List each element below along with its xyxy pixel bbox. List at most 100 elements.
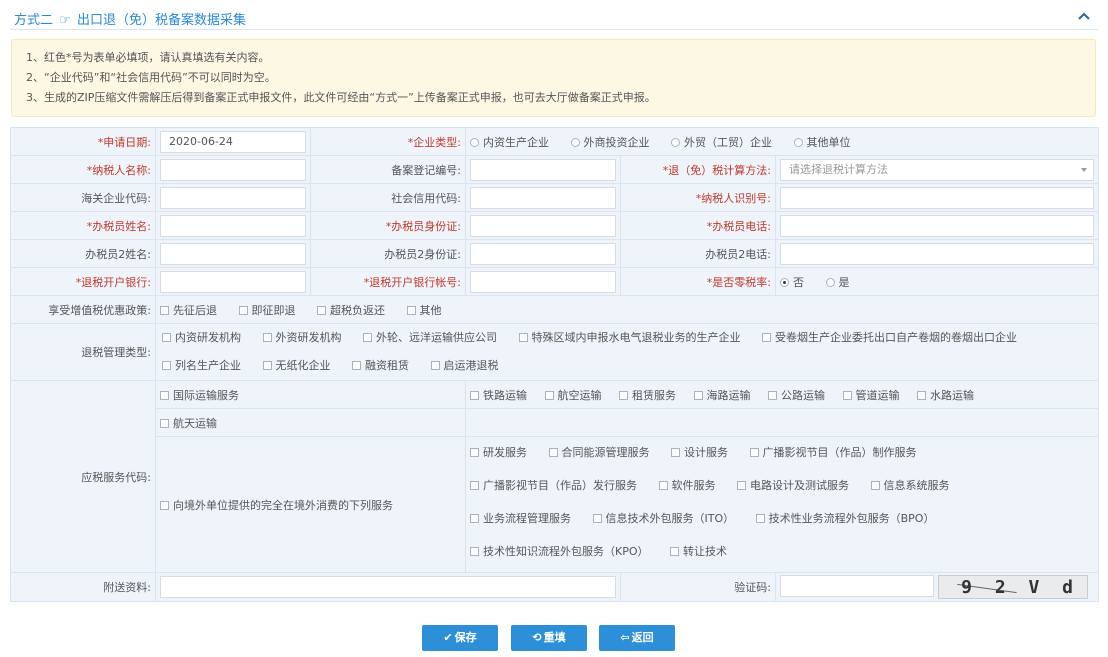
taxpayer-id-input[interactable] xyxy=(780,186,1095,209)
mgmt-type-option[interactable]: 特殊区域内申报水电气退税业务的生产企业 xyxy=(518,325,741,353)
svc-overseas-item[interactable]: 转让技术 xyxy=(670,539,727,565)
captcha-input[interactable] xyxy=(780,575,934,597)
dropdown-arrow-icon xyxy=(1081,167,1088,172)
mgmt-type-option[interactable]: 内资研发机构 xyxy=(162,325,241,353)
svc-intl-transport-cell: 国际运输服务 xyxy=(155,380,466,409)
save-button[interactable]: ✔ 保存 xyxy=(422,625,498,651)
checkbox-icon xyxy=(238,305,248,315)
checkbox-icon xyxy=(160,418,169,428)
svc-transport-option[interactable]: 航空运输 xyxy=(544,387,602,403)
zero-rate-option-yes[interactable]: 是 xyxy=(825,274,850,290)
svc-overseas-item[interactable]: 信息系统服务 xyxy=(870,473,950,499)
officer-id-label: *办税员身份证: xyxy=(310,211,466,240)
enterprise-type-label: *企业类型: xyxy=(310,127,466,156)
svc-overseas-item[interactable]: 广播影视节目（作品）制作服务 xyxy=(749,440,917,466)
notice-line-3: 3、生成的ZIP压缩文件需解压后得到备案正式申报文件，此文件可经由“方式一”上传… xyxy=(26,91,656,104)
mgmt-type-option[interactable]: 受卷烟生产企业委托出口自产卷烟的卷烟出口企业 xyxy=(762,325,1017,353)
svc-aerospace-option[interactable]: 航天运输 xyxy=(160,415,217,431)
officer-name-input[interactable] xyxy=(160,214,306,237)
reset-button[interactable]: ⟲ 重填 xyxy=(511,625,587,651)
officer-id-input[interactable] xyxy=(470,214,616,237)
svc-overseas-item[interactable]: 设计服务 xyxy=(671,440,728,466)
svc-overseas-item[interactable]: 技术性业务流程外包服务（BPO） xyxy=(755,506,934,532)
refund-method-select[interactable]: 请选择退税计算方法 xyxy=(780,158,1095,181)
attachment-input[interactable] xyxy=(160,576,616,598)
checkbox-icon xyxy=(162,333,171,342)
zero-rate-option-no[interactable]: 否 xyxy=(780,274,804,290)
enterprise-type-option[interactable]: 内资生产企业 xyxy=(470,134,549,150)
vat-policy-group: 先征后退 即征即退 超税负返还 其他 xyxy=(154,295,1100,324)
sign-out-icon: ⇦ xyxy=(620,631,630,644)
checkbox-icon xyxy=(262,333,272,342)
svc-empty-cell xyxy=(464,408,1100,437)
enterprise-type-option[interactable]: 外商投资企业 xyxy=(570,134,650,150)
checkbox-icon xyxy=(160,500,169,510)
checkbox-icon xyxy=(658,481,668,490)
svc-overseas-item[interactable]: 广播影视节目（作品）发行服务 xyxy=(470,473,637,499)
svc-transport-option[interactable]: 铁路运输 xyxy=(470,387,527,403)
vat-policy-option[interactable]: 即征即退 xyxy=(238,302,296,318)
apply-date-input[interactable]: 2020-06-24 xyxy=(160,130,306,153)
taxpayer-name-input[interactable] xyxy=(160,158,306,181)
officer-phone-input[interactable] xyxy=(780,214,1095,237)
mgmt-type-option[interactable]: 外资研发机构 xyxy=(262,325,342,353)
notice-line-1: 1、红色*号为表单必填项，请认真填选有关内容。 xyxy=(26,51,270,64)
radio-icon xyxy=(671,137,680,147)
captcha-image[interactable]: 9 2 V d xyxy=(938,575,1088,599)
zero-rate-group: 否 是 xyxy=(774,267,1100,296)
enterprise-type-group: 内资生产企业 外商投资企业 外贸（工贸）企业 其他单位 xyxy=(464,127,1100,156)
record-no-input[interactable] xyxy=(470,158,616,181)
svc-transport-option[interactable]: 海路运输 xyxy=(693,387,751,403)
checkbox-icon xyxy=(470,547,479,556)
svc-overseas-item[interactable]: 研发服务 xyxy=(470,440,527,466)
checkbox-icon xyxy=(755,514,765,523)
radio-icon xyxy=(793,137,803,147)
vat-policy-option[interactable]: 其他 xyxy=(406,302,442,318)
checkbox-icon xyxy=(548,448,558,457)
taxpayer-name-label: *纳税人名称: xyxy=(10,155,156,184)
enterprise-type-option[interactable]: 外贸（工贸）企业 xyxy=(671,134,772,150)
svc-overseas-item[interactable]: 信息技术外包服务（ITO） xyxy=(592,506,734,532)
checkbox-icon xyxy=(749,448,759,457)
svc-transport-option[interactable]: 公路运输 xyxy=(768,387,825,403)
officer2-phone-input[interactable] xyxy=(780,242,1095,265)
mgmt-type-option[interactable]: 融资租赁 xyxy=(352,352,409,380)
vat-policy-option[interactable]: 先征后退 xyxy=(160,302,217,318)
credit-code-input[interactable] xyxy=(470,186,616,209)
svc-overseas-item[interactable]: 合同能源管理服务 xyxy=(548,440,650,466)
record-no-label: 备案登记编号: xyxy=(310,155,466,184)
vat-policy-option[interactable]: 超税负返还 xyxy=(317,302,385,318)
svc-overseas-item[interactable]: 业务流程管理服务 xyxy=(470,506,571,532)
svc-transport-option[interactable]: 租赁服务 xyxy=(619,387,676,403)
svc-overseas-item[interactable]: 电路设计及测试服务 xyxy=(737,473,849,499)
svc-intl-transport-option[interactable]: 国际运输服务 xyxy=(160,387,239,403)
svc-overseas-option[interactable]: 向境外单位提供的完全在境外消费的下列服务 xyxy=(160,497,393,513)
checkbox-icon xyxy=(160,390,169,400)
section-title: 方式二 ☞ 出口退（免）税备案数据采集 xyxy=(14,9,246,28)
bank-input[interactable] xyxy=(160,270,306,293)
customs-code-input[interactable] xyxy=(160,186,306,209)
attachment-label: 附送资料: xyxy=(10,572,156,602)
svc-transport-option[interactable]: 管道运输 xyxy=(842,387,900,403)
svc-overseas-list: 研发服务 合同能源管理服务 设计服务 广播影视节目（作品）制作服务 广播影视节目… xyxy=(464,436,1100,573)
svc-overseas-item[interactable]: 技术性知识流程外包服务（KPO） xyxy=(470,539,649,565)
mgmt-type-option[interactable]: 列名生产企业 xyxy=(162,352,241,380)
radio-icon xyxy=(825,277,835,287)
svc-aerospace-cell: 航天运输 xyxy=(155,408,466,437)
checkbox-icon xyxy=(160,305,169,315)
checkbox-icon xyxy=(470,448,479,457)
back-button[interactable]: ⇦ 返回 xyxy=(599,625,675,651)
checkbox-icon xyxy=(592,514,602,523)
collapse-button[interactable] xyxy=(1078,6,1094,26)
enterprise-type-option[interactable]: 其他单位 xyxy=(793,134,851,150)
officer2-name-input[interactable] xyxy=(160,242,306,265)
taxpayer-id-label: *纳税人识别号: xyxy=(620,183,776,212)
bank-account-input[interactable] xyxy=(470,270,616,293)
svc-overseas-item[interactable]: 软件服务 xyxy=(658,473,716,499)
mgmt-type-option[interactable]: 启运港退税 xyxy=(430,352,499,380)
officer2-id-input[interactable] xyxy=(470,242,616,265)
checkbox-icon xyxy=(619,390,628,400)
mgmt-type-option[interactable]: 无纸化企业 xyxy=(262,352,331,380)
mgmt-type-option[interactable]: 外轮、远洋运输供应公司 xyxy=(363,325,497,353)
svc-transport-option[interactable]: 水路运输 xyxy=(917,387,974,403)
